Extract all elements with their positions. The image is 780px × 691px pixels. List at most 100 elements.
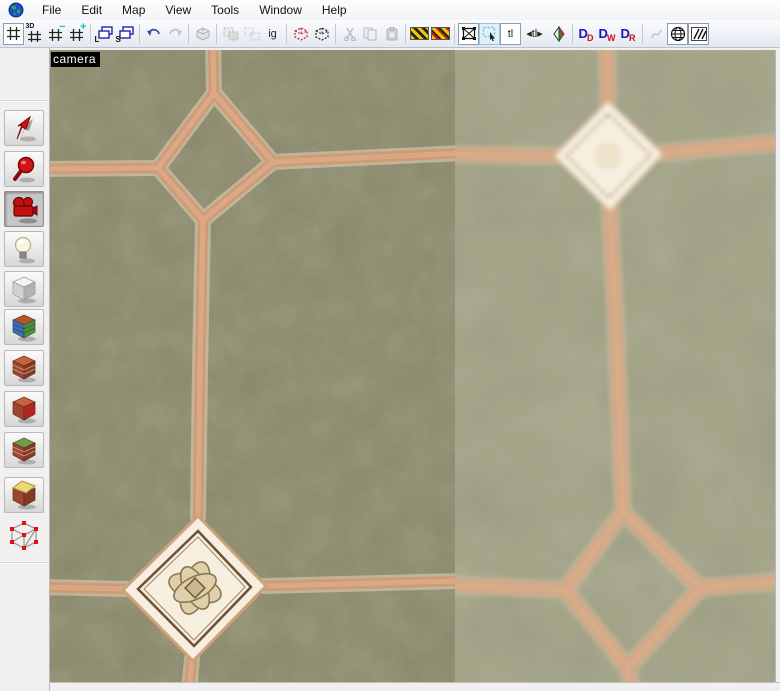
flip-faces-icon (552, 26, 566, 42)
tool-clipping-button[interactable] (4, 477, 44, 513)
toolbar-separator (90, 24, 91, 44)
carve-button[interactable] (192, 23, 213, 45)
diagonal-lines-icon (691, 27, 707, 41)
show-all-icon (313, 26, 330, 41)
flip-faces-button[interactable] (548, 23, 569, 45)
tool-apply-decals-button[interactable] (4, 391, 44, 427)
tl-icon: tl (508, 28, 514, 40)
run-dw-button[interactable]: DW (597, 23, 618, 45)
grid-icon (6, 26, 21, 41)
redo-icon (167, 27, 183, 41)
save-window-state-icon: S (117, 26, 135, 42)
brick-cube-icon (8, 352, 40, 384)
menu-file[interactable]: File (32, 0, 71, 20)
tool-magnify-button[interactable] (4, 151, 44, 187)
dd-icon: DD (579, 25, 595, 43)
toolbar-separator (405, 24, 406, 44)
vertex-cube-icon (7, 518, 41, 552)
wireframe-lines-button[interactable] (688, 23, 709, 45)
toggle-3d-grid-button[interactable]: 3D (24, 23, 45, 45)
render-sphere-button[interactable] (667, 23, 688, 45)
group-button[interactable] (220, 23, 241, 45)
lightbulb-icon (8, 233, 40, 265)
hide-selected-icon (292, 26, 309, 41)
menu-map[interactable]: Map (112, 0, 155, 20)
viewport-bottom-gutter (50, 682, 780, 691)
viewport-right-gutter (775, 50, 780, 682)
hide-selected-button[interactable] (290, 23, 311, 45)
camera-icon (8, 193, 40, 225)
redo-button[interactable] (164, 23, 185, 45)
tool-apply-texture-button[interactable] (4, 350, 44, 386)
tool-camera-button[interactable] (4, 191, 44, 227)
floor-texture (50, 50, 775, 682)
menu-window[interactable]: Window (249, 0, 312, 20)
load-window-state-button[interactable]: L (94, 23, 115, 45)
grid-plus-icon: + (69, 26, 85, 42)
toolbar-separator (286, 24, 287, 44)
viewport-label[interactable]: camera (51, 52, 100, 67)
menu-help[interactable]: Help (312, 0, 357, 20)
camera-viewport-3d[interactable]: camera (50, 50, 775, 682)
toggle-grid-button[interactable] (3, 23, 24, 45)
magnifier-icon (8, 153, 40, 185)
toolbar-separator (216, 24, 217, 44)
copy-button[interactable] (360, 23, 381, 45)
tool-entity-button[interactable] (4, 231, 44, 267)
toolbar-separator (642, 24, 643, 44)
marquee-cursor-icon (482, 26, 498, 41)
tool-apply-overlays-button[interactable] (4, 432, 44, 468)
app-globe-icon (8, 2, 24, 18)
tool-block-button[interactable] (4, 271, 44, 307)
undo-icon (146, 27, 162, 41)
copy-icon (363, 27, 378, 41)
decal-cube-icon (8, 393, 40, 425)
texture-lock-icon (410, 27, 429, 40)
squiggle-icon (649, 27, 664, 41)
marquee-select-button[interactable] (479, 23, 500, 45)
texture-cube-icon (8, 311, 40, 343)
show-all-button[interactable] (311, 23, 332, 45)
carve-icon (195, 27, 211, 41)
paste-icon (385, 27, 399, 41)
texture-lock-button[interactable] (409, 23, 430, 45)
ignore-groups-button[interactable]: ig (262, 23, 283, 45)
menu-view[interactable]: View (155, 0, 201, 20)
sphere-grid-icon (670, 26, 686, 42)
texture-scale-lock-icon (431, 27, 450, 40)
undo-button[interactable] (143, 23, 164, 45)
cut-button[interactable] (339, 23, 360, 45)
ungroup-icon (244, 27, 260, 41)
paste-button[interactable] (381, 23, 402, 45)
overlay-cube-icon (8, 434, 40, 466)
pointer-arrow-icon (8, 112, 40, 144)
tool-texture-application-button[interactable] (4, 309, 44, 345)
tool-palette (0, 48, 50, 691)
selection-box-icon (461, 26, 477, 41)
selection-handles-button[interactable] (458, 23, 479, 45)
tool-vertex-button[interactable] (4, 517, 44, 553)
save-window-state-button[interactable]: S (115, 23, 136, 45)
texture-scale-tl-button[interactable]: ◂tl▸ (521, 23, 548, 45)
larger-grid-button[interactable]: + (66, 23, 87, 45)
run-dd-button[interactable]: DD (576, 23, 597, 45)
toolbar-separator (454, 24, 455, 44)
tl-arrows-icon: ◂tl▸ (526, 27, 543, 40)
toolbar-separator (572, 24, 573, 44)
smoothing-groups-button[interactable] (646, 23, 667, 45)
grid-minus-icon: − (48, 26, 64, 42)
run-dr-button[interactable]: DR (618, 23, 639, 45)
smaller-grid-button[interactable]: − (45, 23, 66, 45)
texture-lock-tl-button[interactable]: tl (500, 23, 521, 45)
menu-tools[interactable]: Tools (201, 0, 249, 20)
toolbar-separator (139, 24, 140, 44)
menu-bar: File Edit Map View Tools Window Help (0, 0, 780, 21)
menu-edit[interactable]: Edit (71, 0, 112, 20)
texture-scale-lock-button[interactable] (430, 23, 451, 45)
ungroup-button[interactable] (241, 23, 262, 45)
grid-3d-icon: 3D (27, 26, 43, 42)
palette-divider (0, 562, 48, 564)
tool-selection-button[interactable] (4, 110, 44, 146)
main-toolbar: 3D − + L (0, 20, 780, 48)
toolbar-separator (335, 24, 336, 44)
